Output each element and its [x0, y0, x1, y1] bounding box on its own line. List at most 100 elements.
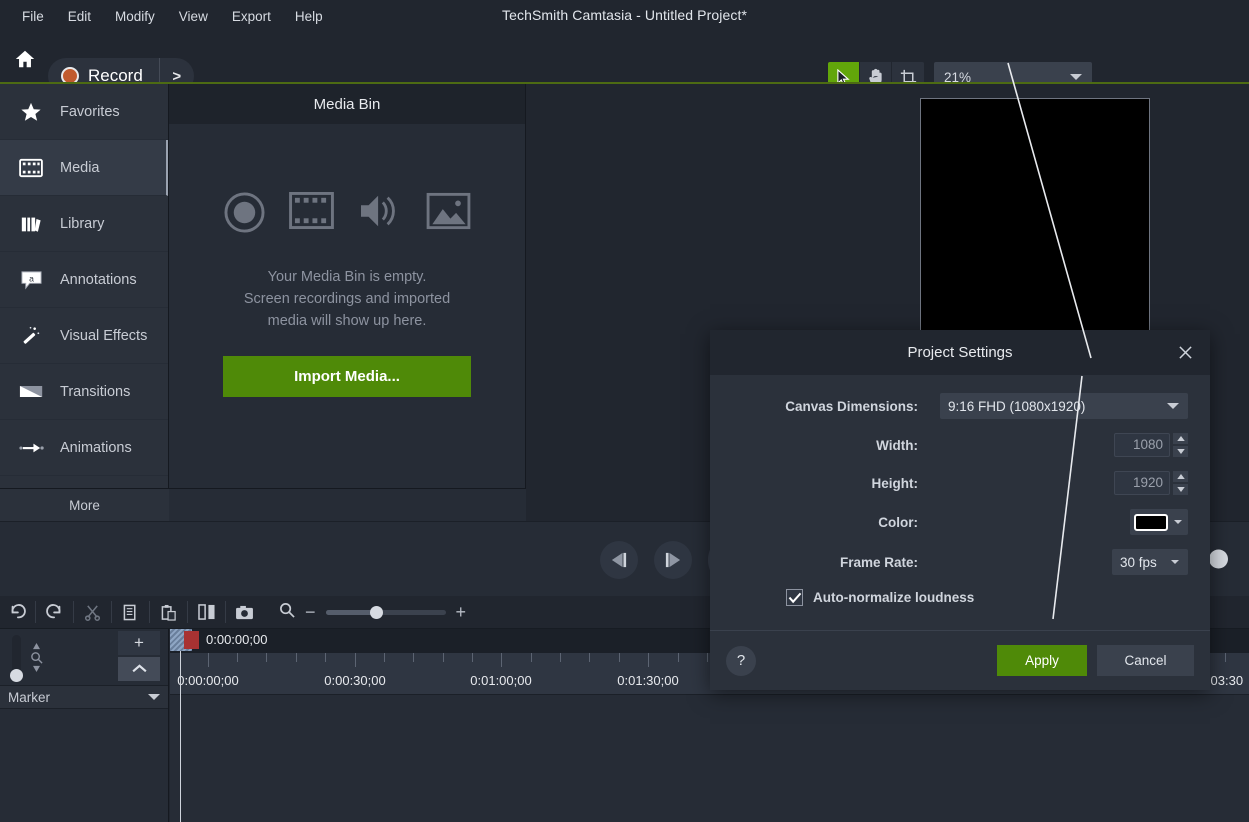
width-spin-arrows [1173, 433, 1188, 457]
ruler-time-label: :03:30 [1206, 673, 1244, 688]
timeline-track-controls: + [0, 629, 168, 685]
scissors-icon [84, 604, 101, 621]
import-media-button[interactable]: Import Media... [223, 356, 471, 397]
split-icon [197, 604, 215, 620]
sidebar-item-library[interactable]: Library [0, 196, 168, 252]
menu-item-modify[interactable]: Modify [103, 8, 167, 26]
undo-button[interactable] [0, 596, 33, 629]
home-button[interactable] [8, 42, 42, 76]
sidebar-item-visual-effects[interactable]: Visual Effects [0, 308, 168, 364]
toolbar-divider [73, 601, 74, 623]
height-increment-button[interactable] [1173, 471, 1188, 482]
speaker-icon [358, 192, 402, 238]
menu-item-view[interactable]: View [167, 8, 220, 26]
cut-button[interactable] [76, 596, 109, 629]
menu-item-export[interactable]: Export [220, 8, 283, 26]
snapshot-button[interactable] [228, 596, 261, 629]
close-icon [1178, 346, 1192, 359]
width-input[interactable]: 1080 [1114, 433, 1170, 457]
panel-resize-handle[interactable] [1209, 549, 1228, 569]
ruler-tick [355, 653, 356, 667]
chevron-down-icon [1171, 560, 1179, 564]
height-spin-arrows [1173, 471, 1188, 495]
close-button[interactable] [1172, 340, 1198, 366]
marker-track-header[interactable]: Marker [0, 685, 168, 709]
ruler-tick [384, 653, 385, 662]
sidebar-item-label: Animations [60, 439, 132, 456]
sidebar-item-transitions[interactable]: Transitions [0, 364, 168, 420]
previous-frame-button[interactable] [600, 540, 638, 579]
height-input[interactable]: 1920 [1114, 471, 1170, 495]
sidebar-item-media[interactable]: Media [0, 140, 168, 196]
height-decrement-button[interactable] [1173, 484, 1188, 495]
sidebar-item-animations[interactable]: Animations [0, 420, 168, 476]
ruler-time-label: 0:00:00;00 [177, 673, 239, 688]
redo-button[interactable] [38, 596, 71, 629]
sidebar-item-label: Annotations [60, 271, 137, 288]
sidebar-item-label: Favorites [60, 103, 120, 120]
transition-icon [18, 383, 44, 400]
timeline-zoom-out-button[interactable]: − [305, 602, 316, 623]
ruler-tick [208, 653, 209, 667]
timeline-tracks-area[interactable] [170, 695, 1249, 822]
canvas-dimensions-value: 9:16 FHD (1080x1920) [948, 398, 1086, 414]
playhead-line [180, 651, 181, 822]
width-increment-button[interactable] [1173, 433, 1188, 444]
ruler-tick [560, 653, 561, 662]
step-back-icon [611, 552, 627, 567]
menu-item-edit[interactable]: Edit [56, 8, 103, 26]
frame-rate-select[interactable]: 30 fps [1112, 549, 1188, 575]
slider-knob[interactable] [369, 605, 383, 619]
media-bin-footer [169, 488, 526, 521]
sidebar-item-annotations[interactable]: a Annotations [0, 252, 168, 308]
timeline-zoom-in-button[interactable]: + [456, 602, 467, 623]
auto-normalize-checkbox[interactable] [786, 589, 803, 606]
timeline-left-pane: + Marker [0, 629, 169, 822]
toolbar-divider [225, 601, 226, 623]
menu-item-help[interactable]: Help [283, 8, 335, 26]
apply-button[interactable]: Apply [997, 645, 1087, 676]
chevron-down-icon [1070, 74, 1082, 80]
track-height-slider-knob[interactable] [10, 669, 23, 682]
canvas-dimensions-select[interactable]: 9:16 FHD (1080x1920) [940, 393, 1188, 419]
playhead-marker[interactable] [184, 631, 199, 649]
height-stepper[interactable]: 1920 [1114, 471, 1188, 495]
ruler-tick [325, 653, 326, 662]
collapse-tracks-button[interactable] [118, 657, 160, 681]
chevron-down-icon [1174, 520, 1182, 524]
toolbar-divider [149, 601, 150, 623]
chevron-down-icon[interactable] [148, 694, 160, 700]
color-swatch [1134, 513, 1168, 531]
record-circle-icon [223, 192, 265, 238]
help-button[interactable]: ? [726, 645, 756, 676]
caret-up-icon [1176, 436, 1185, 441]
title-bar: TechSmith Camtasia - Untitled Project* F… [0, 0, 1249, 34]
track-zoom-control[interactable] [26, 635, 46, 679]
frame-rate-value: 30 fps [1120, 554, 1157, 570]
canvas-preview[interactable] [920, 98, 1150, 338]
books-icon [18, 213, 44, 235]
empty-line-2: Screen recordings and imported [243, 291, 451, 307]
magnifier-icon[interactable] [279, 602, 295, 623]
split-button[interactable] [190, 596, 223, 629]
width-stepper[interactable]: 1080 [1114, 433, 1188, 457]
media-bin-icon-row [223, 192, 471, 238]
timeline-zoom-slider[interactable] [325, 605, 446, 619]
sidebar-item-favorites[interactable]: Favorites [0, 84, 168, 140]
check-icon [788, 592, 801, 603]
menu-item-file[interactable]: File [10, 8, 56, 26]
field-color: Color: [732, 509, 1188, 535]
copy-button[interactable] [114, 596, 147, 629]
marker-label: Marker [8, 689, 51, 705]
color-picker-select[interactable] [1130, 509, 1188, 535]
canvas-dimensions-label: Canvas Dimensions: [785, 398, 918, 414]
media-bin-title: Media Bin [169, 84, 525, 124]
sidebar-more-button[interactable]: More [0, 489, 169, 521]
cancel-button[interactable]: Cancel [1097, 645, 1194, 676]
sidebar-item-label: Library [60, 215, 105, 232]
step-forward-icon [665, 552, 681, 567]
paste-button[interactable] [152, 596, 185, 629]
add-track-button[interactable]: + [118, 631, 160, 655]
next-frame-button[interactable] [654, 540, 692, 579]
width-decrement-button[interactable] [1173, 446, 1188, 457]
